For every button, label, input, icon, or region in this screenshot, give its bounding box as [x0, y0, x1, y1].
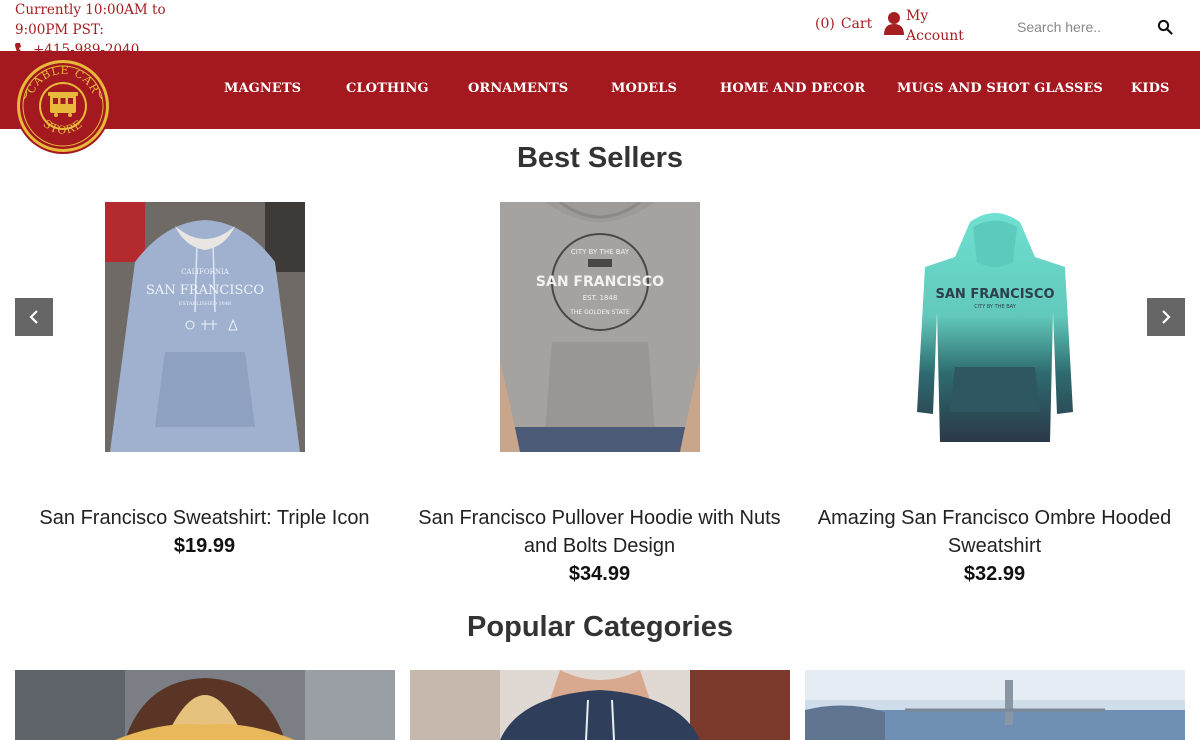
popular-categories-title: Popular Categories: [467, 611, 733, 643]
print-small-top: CALIFORNIA: [181, 268, 230, 276]
product-image[interactable]: SAN FRANCISCO CITY BY THE BAY: [894, 202, 1095, 452]
my-account-link[interactable]: My Account: [884, 6, 966, 46]
product-name[interactable]: Amazing San Francisco Ombre Hooded Sweat…: [802, 504, 1187, 560]
product-name[interactable]: San Francisco Pullover Hoodie with Nuts …: [407, 504, 792, 560]
nav-item-models[interactable]: MODELS: [611, 81, 677, 96]
nav-item-magnets[interactable]: MAGNETS: [224, 81, 301, 96]
product-image[interactable]: CALIFORNIA SAN FRANCISCO ESTABLISHED 184…: [104, 202, 305, 452]
product-image[interactable]: CITY BY THE BAY SAN FRANCISCO EST. 1848 …: [499, 202, 700, 452]
cart-label: Cart: [840, 16, 873, 32]
cable-car-store-logo[interactable]: CABLE CAR STORE: [14, 57, 112, 155]
category-image[interactable]: [15, 670, 395, 740]
top-bar: Currently 10:00AM to 9:00PM PST: +415-98…: [0, 0, 1200, 51]
cart-link[interactable]: (0) Cart: [815, 16, 872, 32]
print-sub: CITY BY THE BAY: [974, 304, 1016, 310]
category-image[interactable]: [805, 670, 1185, 740]
product-card[interactable]: CALIFORNIA SAN FRANCISCO ESTABLISHED 184…: [12, 202, 397, 560]
print-small-bottom: ESTABLISHED 1848: [178, 301, 230, 307]
search-input[interactable]: [1005, 19, 1145, 35]
category-image[interactable]: [410, 670, 790, 740]
category-tile[interactable]: [15, 670, 395, 740]
hours-line-1: Currently 10:00AM to: [15, 2, 166, 18]
product-price: $34.99: [568, 563, 631, 585]
account-line-2: Account: [906, 28, 964, 44]
product-price: $32.99: [963, 563, 1026, 585]
print-main: SAN FRANCISCO: [146, 283, 264, 298]
nav-item-ornaments[interactable]: ORNAMENTS: [468, 81, 568, 96]
nav-menu: MAGNETS CLOTHING ORNAMENTS MODELS HOME A…: [0, 81, 1200, 101]
category-tile[interactable]: [410, 670, 790, 740]
cart-count: (0): [815, 16, 835, 32]
print-main: SAN FRANCISCO: [535, 274, 663, 290]
product-name[interactable]: San Francisco Sweatshirt: Triple Icon: [12, 504, 397, 532]
product-card[interactable]: CITY BY THE BAY SAN FRANCISCO EST. 1848 …: [407, 202, 792, 588]
nav-item-mugs-and-shot-glasses[interactable]: MUGS AND SHOT GLASSES: [897, 81, 1103, 96]
nav-item-clothing[interactable]: CLOTHING: [346, 81, 429, 96]
phone-icon: [15, 43, 24, 51]
product-card[interactable]: SAN FRANCISCO CITY BY THE BAY Amazing Sa…: [802, 202, 1187, 588]
nav-item-kids[interactable]: KIDS: [1131, 81, 1169, 96]
best-sellers-title: Best Sellers: [516, 142, 684, 174]
user-icon: [884, 12, 904, 35]
category-tile[interactable]: [805, 670, 1185, 740]
store-hours: Currently 10:00AM to 9:00PM PST: +415-98…: [15, 0, 175, 51]
phone-row[interactable]: +415-989-2040: [15, 40, 175, 51]
phone-number[interactable]: +415-989-2040: [33, 40, 139, 51]
search-icon[interactable]: [1157, 19, 1173, 35]
print-main: SAN FRANCISCO: [935, 287, 1054, 302]
print-est: EST. 1848: [582, 294, 617, 302]
search-bar: [1005, 12, 1185, 42]
print-arc-bottom: THE GOLDEN STATE: [569, 309, 630, 316]
hours-line-2: 9:00PM PST:: [15, 22, 104, 38]
nav-item-home-and-decor[interactable]: HOME AND DECOR: [720, 81, 865, 96]
account-line-1: My: [906, 8, 929, 24]
product-price: $19.99: [173, 535, 236, 557]
print-arc-top: CITY BY THE BAY: [570, 248, 629, 256]
